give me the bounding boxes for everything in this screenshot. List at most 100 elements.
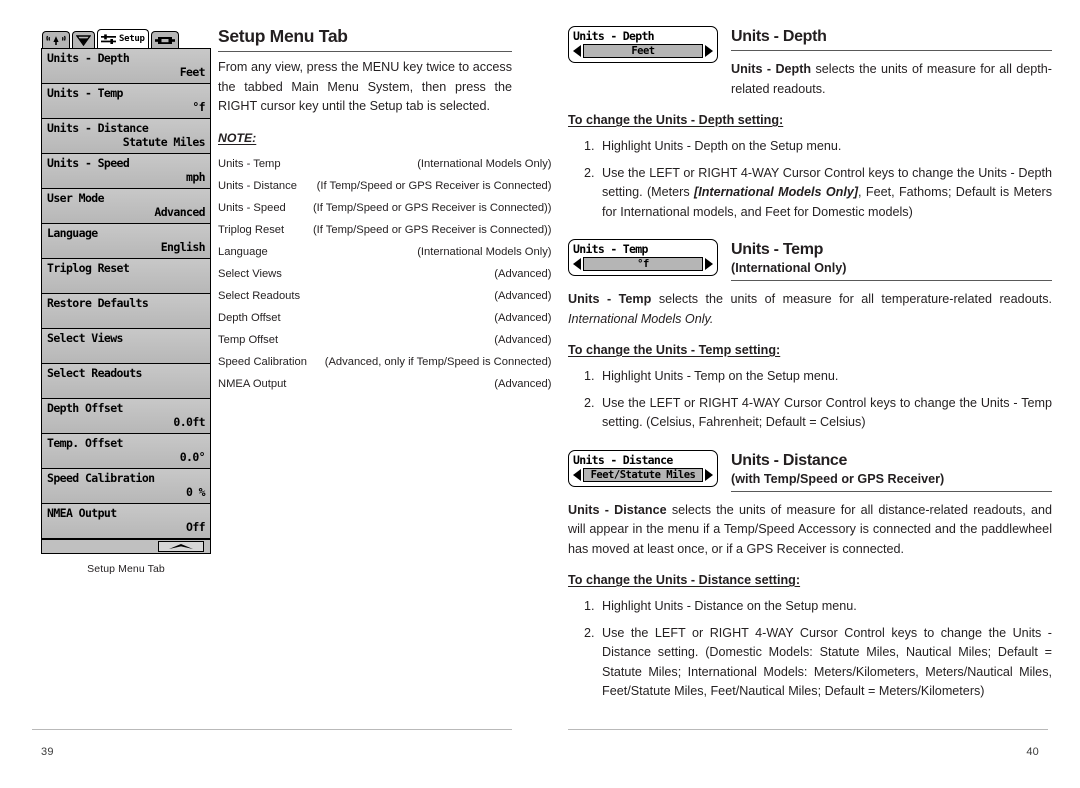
- note-condition: (Advanced): [494, 267, 552, 280]
- step-text: Use the LEFT or RIGHT 4-WAY Cursor Contr…: [602, 625, 1052, 699]
- accessory-box-icon: [154, 36, 175, 44]
- description-term: Units - Temp: [568, 292, 652, 306]
- note-condition: (If Temp/Speed or GPS Receiver is Connec…: [312, 201, 552, 214]
- footer-divider: [32, 729, 512, 730]
- note-item: Select Views: [218, 267, 282, 280]
- note-item: Units - Speed: [218, 201, 286, 214]
- table-row: Temp Offset (Advanced): [218, 329, 552, 351]
- right-arrow-icon[interactable]: [705, 258, 713, 270]
- menu-item-label: Units - Distance: [47, 121, 149, 135]
- table-row: Depth Offset (Advanced): [218, 307, 552, 329]
- lcd-widget-units-temp[interactable]: Units - Temp °f: [568, 239, 718, 276]
- list-item[interactable]: NMEA Output Off: [42, 504, 210, 539]
- list-item[interactable]: Units - Speed mph: [42, 154, 210, 189]
- list-item[interactable]: Select Views: [42, 329, 210, 364]
- note-condition: (If Temp/Speed or GPS Receiver is Connec…: [312, 223, 552, 236]
- menu-item-value: English: [160, 240, 206, 254]
- note-condition: (International Models Only): [417, 157, 552, 170]
- list-item[interactable]: Restore Defaults: [42, 294, 210, 329]
- menu-item-value: 0.0°: [179, 450, 206, 464]
- note-condition: (If Temp/Speed or GPS Receiver is Connec…: [316, 179, 552, 192]
- sidebar-item-setup-label: Setup: [119, 34, 145, 44]
- right-arrow-icon[interactable]: [705, 45, 713, 57]
- menu-item-label: Language: [47, 226, 98, 240]
- section-units-distance: Units - Distance Feet/Statute Miles Unit…: [568, 449, 1052, 702]
- steps-list: Highlight Units - Temp on the Setup menu…: [568, 367, 1052, 433]
- list-item[interactable]: Depth Offset 0.0ft: [42, 399, 210, 434]
- description-term: Units - Distance: [568, 502, 667, 517]
- step-text: Use the LEFT or RIGHT 4-WAY Cursor Contr…: [602, 395, 1052, 430]
- note-item: Triplog Reset: [218, 223, 285, 236]
- section-units-depth: Units - Depth Feet Units - Depth Units -…: [568, 26, 1052, 222]
- list-item[interactable]: Language English: [42, 224, 210, 259]
- menu-item-label: NMEA Output: [47, 506, 117, 520]
- sliders-icon: [101, 33, 116, 44]
- menu-item-value: °f: [192, 100, 205, 114]
- note-item: Depth Offset: [218, 311, 281, 324]
- list-item[interactable]: Triplog Reset: [42, 259, 210, 294]
- menu-item-label: Select Readouts: [47, 366, 142, 380]
- chevron-up-icon: [169, 544, 193, 549]
- left-arrow-icon[interactable]: [573, 258, 581, 270]
- description-term: Units - Depth: [731, 62, 812, 76]
- heading-divider: [731, 490, 1052, 492]
- page-number: 39: [41, 746, 54, 758]
- list-item[interactable]: User Mode Advanced: [42, 189, 210, 224]
- sidebar-item-sonar[interactable]: [72, 31, 95, 48]
- page-spread: Setup Units - Depth Feet Units - Temp °f…: [0, 0, 1080, 788]
- note-item: Select Readouts: [218, 289, 301, 302]
- table-row: NMEA Output (Advanced): [218, 373, 552, 395]
- lcd-widget-units-depth[interactable]: Units - Depth Feet: [568, 26, 718, 63]
- table-row: Speed Calibration (Advanced, only if Tem…: [218, 351, 552, 373]
- menu-tab-bar[interactable]: Setup: [41, 28, 211, 48]
- list-item: Highlight Units - Temp on the Setup menu…: [598, 367, 1052, 387]
- menu-item-label: Temp. Offset: [47, 436, 123, 450]
- list-item: Use the LEFT or RIGHT 4-WAY Cursor Contr…: [598, 164, 1052, 223]
- menu-item-value: Statute Miles: [122, 135, 206, 149]
- list-item: Use the LEFT or RIGHT 4-WAY Cursor Contr…: [598, 394, 1052, 433]
- section-description: Units - Temp selects the units of measur…: [568, 290, 1052, 329]
- list-item: Use the LEFT or RIGHT 4-WAY Cursor Contr…: [598, 624, 1052, 702]
- figure-caption: Setup Menu Tab: [87, 563, 165, 575]
- note-item: Language: [218, 245, 268, 258]
- sidebar-item-setup[interactable]: Setup: [97, 29, 149, 48]
- to-change-heading: To change the Units - Temp setting:: [568, 343, 781, 357]
- list-item[interactable]: Units - Distance Statute Miles: [42, 119, 210, 154]
- note-label: NOTE:: [218, 130, 257, 145]
- setup-menu-list[interactable]: Units - Depth Feet Units - Temp °f Units…: [41, 48, 211, 554]
- table-row: Select Readouts (Advanced): [218, 285, 552, 307]
- to-change-heading: To change the Units - Depth setting:: [568, 113, 784, 127]
- notes-table: Units - Temp (International Models Only)…: [218, 153, 552, 395]
- step-text: Highlight Units - Temp on the Setup menu…: [602, 369, 839, 383]
- list-item[interactable]: Units - Temp °f: [42, 84, 210, 119]
- note-condition: (Advanced): [494, 377, 552, 390]
- list-item[interactable]: Units - Depth Feet: [42, 49, 210, 84]
- intro-paragraph: From any view, press the MENU key twice …: [218, 60, 512, 113]
- lcd-widget-units-distance[interactable]: Units - Distance Feet/Statute Miles: [568, 449, 718, 487]
- note-item: NMEA Output: [218, 377, 287, 390]
- scroll-up-indicator[interactable]: [158, 541, 204, 552]
- menu-item-label: Restore Defaults: [47, 296, 149, 310]
- list-item: Highlight Units - Depth on the Setup men…: [598, 137, 1052, 157]
- list-item[interactable]: Select Readouts: [42, 364, 210, 399]
- note-item: Temp Offset: [218, 333, 279, 346]
- sidebar-item-accessory[interactable]: [150, 31, 179, 48]
- lcd-value: Feet: [583, 44, 703, 58]
- note-condition: (Advanced): [494, 311, 552, 324]
- scrollbar[interactable]: [42, 539, 210, 553]
- list-item: Highlight Units - Distance on the Setup …: [598, 597, 1052, 617]
- left-arrow-icon[interactable]: [573, 468, 581, 481]
- list-item[interactable]: Temp. Offset 0.0°: [42, 434, 210, 469]
- description-text: selects the units of measure for all tem…: [651, 292, 1052, 306]
- section-units-temp: Units - Temp °f Units - Temp (Internatio…: [568, 239, 1052, 433]
- right-arrow-icon[interactable]: [705, 468, 713, 481]
- sidebar-item-alarms[interactable]: [42, 31, 70, 48]
- list-item[interactable]: Speed Calibration 0 %: [42, 469, 210, 504]
- description-emphasis: International Models Only.: [568, 311, 714, 326]
- section-heading: Units - Depth: [731, 28, 827, 45]
- note-condition: (Advanced): [494, 333, 552, 346]
- left-arrow-icon[interactable]: [573, 45, 581, 57]
- section-description: Units - Distance selects the units of me…: [568, 501, 1052, 560]
- menu-item-label: Units - Speed: [47, 156, 130, 170]
- lcd-value: Feet/Statute Miles: [583, 467, 703, 482]
